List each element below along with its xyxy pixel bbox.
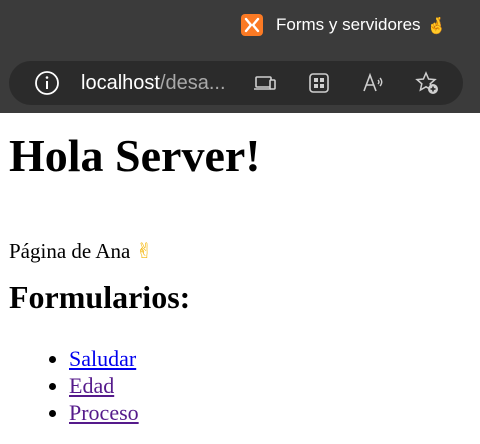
browser-chrome: Forms y servidores 🤞 localhost/desa... (0, 0, 480, 113)
address-bar[interactable]: localhost/desa... (9, 61, 463, 105)
xampp-favicon-icon (241, 14, 263, 36)
victory-hand-emoji: ✌ (135, 239, 154, 263)
url-text[interactable]: localhost/desa... (81, 72, 241, 95)
form-links-list: Saludar Edad Proceso (9, 345, 139, 426)
section-title: Formularios: (9, 279, 191, 315)
tab-emoji: 🤞 (426, 15, 447, 35)
add-favorite-icon[interactable] (415, 71, 439, 95)
info-icon[interactable] (34, 70, 60, 96)
url-host: localhost (81, 71, 160, 94)
owner-text: Página de Ana ✌ (9, 237, 153, 265)
proceso-link[interactable]: Proceso (69, 400, 139, 425)
list-item: Edad (69, 372, 139, 399)
device-icon[interactable] (253, 71, 277, 95)
list-item: Proceso (69, 399, 139, 426)
edad-link[interactable]: Edad (69, 373, 114, 398)
owner-label: Página de Ana (9, 239, 131, 263)
tab-title: Forms y servidores (276, 15, 421, 34)
page-title: Hola Server! (9, 130, 261, 181)
list-item: Saludar (69, 345, 139, 372)
read-aloud-icon[interactable] (361, 71, 385, 95)
apps-icon[interactable] (307, 71, 331, 95)
browser-tab[interactable]: Forms y servidores 🤞 (232, 0, 480, 50)
saludar-link[interactable]: Saludar (69, 346, 136, 371)
url-path: /desa... (159, 71, 226, 94)
